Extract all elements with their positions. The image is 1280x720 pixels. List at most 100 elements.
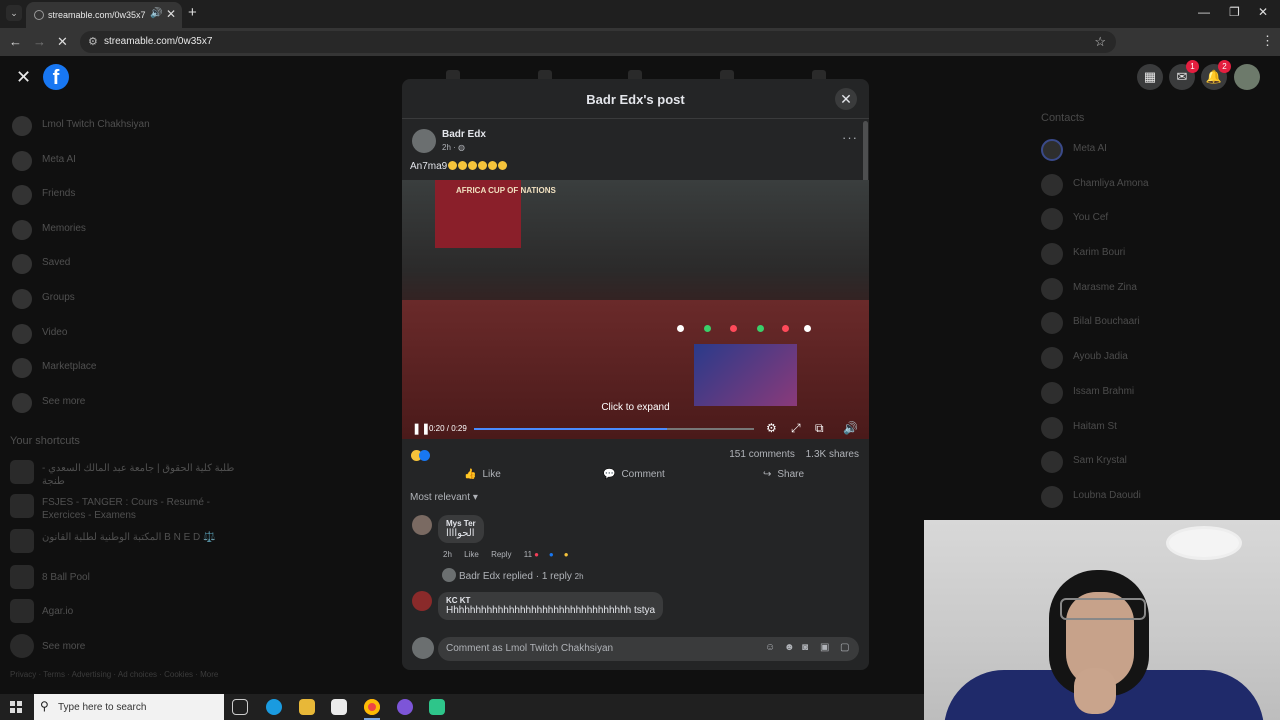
comment-meta: 2h Like Reply 11 ● ● ● — [443, 550, 579, 559]
contact-item[interactable]: Loubna Daoudi — [1041, 483, 1241, 518]
comment-button[interactable]: 💬 Comment — [603, 469, 665, 480]
pause-icon[interactable]: ❚❚ — [412, 422, 430, 435]
obs-icon[interactable] — [397, 699, 413, 715]
commenter-name[interactable]: Mys Ter — [446, 519, 476, 528]
comment-time[interactable]: 2h — [443, 550, 452, 559]
video-controls: ❚❚ 0:20 / 0:29 ⚙ ⤢ ⧉ 🔊 — [402, 419, 869, 439]
click-to-expand-label[interactable]: Click to expand — [402, 402, 869, 413]
back-button[interactable]: ← — [9, 34, 22, 49]
sidebar-item-marketplace[interactable]: Marketplace — [10, 352, 240, 387]
app-icon[interactable] — [429, 699, 445, 715]
sidebar-item-meta-ai[interactable]: Meta AI — [10, 145, 240, 180]
webcam-overlay — [924, 520, 1280, 720]
commenter-avatar[interactable] — [412, 515, 432, 535]
taskbar-search-box[interactable]: ⚲ Type here to search — [34, 694, 224, 720]
contact-item[interactable]: You Cef — [1041, 205, 1241, 240]
author-avatar[interactable] — [412, 129, 436, 153]
new-tab-button[interactable]: + — [188, 4, 197, 21]
shortcut-label: FSJES - TANGER : Cours - Resumé - Exerci… — [42, 497, 210, 521]
bookmark-star-icon[interactable]: ☆ — [1094, 34, 1106, 50]
edge-browser-icon[interactable] — [266, 699, 282, 715]
comment-reaction-count[interactable]: 11 — [524, 550, 532, 559]
contact-name: Bilal Bouchaari — [1073, 316, 1140, 328]
microsoft-store-icon[interactable] — [331, 699, 347, 715]
sidebar-item-see-more[interactable]: See more — [10, 387, 240, 422]
contact-item[interactable]: Karim Bouri — [1041, 240, 1241, 275]
contact-item[interactable]: Sam Krystal — [1041, 448, 1241, 483]
video-player[interactable]: AFRICA CUP OF NATIONS — [402, 180, 869, 439]
more-options-icon[interactable]: ··· — [842, 130, 858, 145]
close-tab-icon[interactable]: ✕ — [166, 7, 176, 21]
commenter-avatar[interactable] — [412, 591, 432, 611]
emoji-icon[interactable]: ☻ — [784, 642, 795, 653]
account-avatar[interactable] — [1234, 64, 1260, 90]
close-overlay-icon[interactable]: ✕ — [16, 67, 31, 88]
comments-count[interactable]: 151 comments — [729, 449, 795, 460]
footer-links[interactable]: Privacy · Terms · Advertising · Ad choic… — [10, 670, 230, 680]
sidebar-item-profile[interactable]: Lmol Twitch Chakhsiyan — [10, 110, 240, 145]
close-window-button[interactable]: ✕ — [1258, 5, 1268, 19]
author-name[interactable]: Badr Edx — [442, 129, 486, 140]
stage-light — [804, 325, 811, 332]
contact-item[interactable]: Marasme Zina — [1041, 275, 1241, 310]
like-button[interactable]: 👍 Like — [464, 469, 501, 480]
game-icon — [10, 565, 34, 589]
settings-gear-icon[interactable]: ⚙ — [766, 421, 777, 435]
comment-reply-link[interactable]: Reply — [491, 550, 511, 559]
contact-item[interactable]: Chamliya Amona — [1041, 171, 1241, 206]
menu-grid-icon[interactable]: ▦ — [1137, 64, 1163, 90]
minimize-button[interactable]: — — [1198, 5, 1210, 19]
modal-header: Badr Edx's post ✕ — [402, 79, 869, 119]
contact-item[interactable]: Bilal Bouchaari — [1041, 309, 1241, 344]
avatar — [1041, 208, 1063, 231]
contact-item[interactable]: Ayoub Jadia — [1041, 344, 1241, 379]
audio-playing-icon[interactable]: 🔊 — [150, 8, 162, 19]
comment-input[interactable]: Comment as Lmol Twitch Chakhsiyan ☺ ☻ ◙ … — [438, 637, 859, 661]
browser-menu-icon[interactable]: ⋮ — [1261, 33, 1274, 49]
sidebar-item-saved[interactable]: Saved — [10, 248, 240, 283]
sidebar-item-friends[interactable]: Friends — [10, 179, 240, 214]
sidebar-item-memories[interactable]: Memories — [10, 214, 240, 249]
commenter-name[interactable]: KC KT — [446, 596, 655, 605]
video-progress-fill — [474, 428, 668, 430]
sidebar-item-label: Marketplace — [42, 361, 97, 373]
shares-count[interactable]: 1.3K shares — [806, 449, 859, 460]
stage-light — [730, 325, 737, 332]
avatar-sticker-icon[interactable]: ☺ — [765, 642, 775, 653]
fullscreen-icon[interactable]: ⤢ — [791, 421, 801, 436]
volume-icon[interactable]: 🔊 — [843, 421, 858, 435]
contact-item[interactable]: Haitam St — [1041, 414, 1241, 449]
gif-icon[interactable]: ▣ — [820, 642, 829, 653]
close-modal-button[interactable]: ✕ — [835, 88, 857, 110]
facebook-logo[interactable]: f — [43, 64, 69, 90]
ceiling-lamp — [1166, 526, 1242, 560]
sidebar-item-label: Friends — [42, 188, 76, 200]
sticker-icon[interactable]: ▢ — [840, 642, 849, 653]
sort-comments-dropdown[interactable]: Most relevant ▾ — [410, 492, 478, 503]
contact-item[interactable]: Issam Brahmi — [1041, 379, 1241, 414]
sidebar-item-video[interactable]: Video — [10, 318, 240, 353]
video-progress-bar[interactable] — [474, 428, 754, 430]
forward-button[interactable]: → — [33, 34, 46, 49]
comment-like-link[interactable]: Like — [464, 550, 479, 559]
task-view-icon[interactable] — [232, 699, 248, 715]
post-time[interactable]: 2h · ◍ — [442, 143, 465, 152]
site-info-icon[interactable]: ⚙ — [88, 35, 98, 48]
contact-item[interactable]: Meta AI — [1041, 136, 1241, 171]
stop-loading-button[interactable]: ✕ — [57, 34, 68, 50]
windows-start-icon[interactable] — [10, 701, 22, 713]
picture-in-picture-icon[interactable]: ⧉ — [815, 421, 824, 436]
browser-tab[interactable]: streamable.com/0w35x7 🔊 ✕ — [26, 2, 182, 28]
sidebar-item-groups[interactable]: Groups — [10, 283, 240, 318]
share-button[interactable]: ↪ Share — [763, 469, 804, 480]
person-glasses — [1060, 598, 1146, 620]
replies-link[interactable]: Badr Edx replied · 1 reply 2h — [442, 568, 584, 582]
restore-button[interactable]: ❐ — [1229, 5, 1240, 19]
avatar — [1041, 173, 1063, 196]
chrome-icon[interactable] — [364, 699, 380, 715]
address-bar[interactable]: ⚙ streamable.com/0w35x7 ☆ — [80, 31, 1116, 53]
modal-title: Badr Edx's post — [586, 92, 685, 107]
camera-icon[interactable]: ◙ — [802, 642, 808, 653]
tab-search-button[interactable]: ⌄ — [6, 5, 22, 21]
file-explorer-icon[interactable] — [299, 699, 315, 715]
